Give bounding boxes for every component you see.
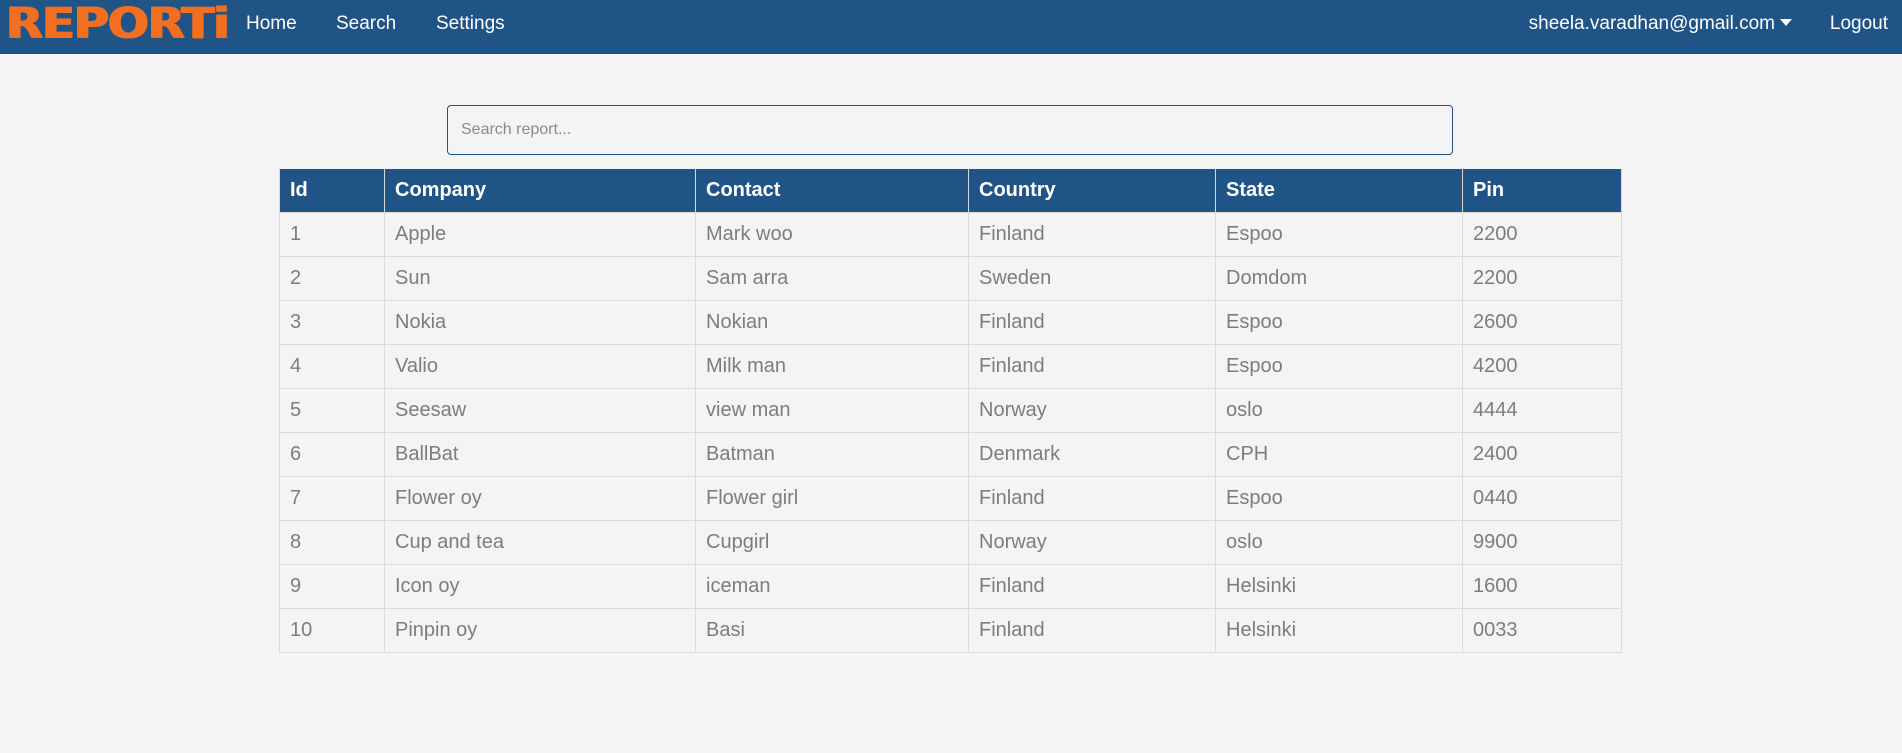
column-header-id[interactable]: Id	[279, 169, 385, 213]
table-row[interactable]: 9 Icon oy iceman Finland Helsinki 1600	[279, 563, 1622, 609]
table-row[interactable]: 1 Apple Mark woo Finland Espoo 2200	[279, 211, 1622, 257]
table-row[interactable]: 6 BallBat Batman Denmark CPH 2400	[279, 431, 1622, 477]
cell-contact: Cupgirl	[695, 519, 969, 565]
top-navbar: REPORTi Home Search Settings sheela.vara…	[0, 0, 1902, 54]
cell-company: Cup and tea	[384, 519, 696, 565]
cell-id: 9	[279, 563, 385, 609]
user-email: sheela.varadhan@gmail.com	[1528, 13, 1775, 34]
cell-contact: Flower girl	[695, 475, 969, 521]
cell-id: 3	[279, 299, 385, 345]
cell-country: Sweden	[968, 255, 1216, 301]
cell-pin: 2200	[1462, 211, 1622, 257]
cell-company: Icon oy	[384, 563, 696, 609]
cell-state: Domdom	[1215, 255, 1463, 301]
table-row[interactable]: 5 Seesaw view man Norway oslo 4444	[279, 387, 1622, 433]
column-header-contact[interactable]: Contact	[695, 169, 969, 213]
cell-state: CPH	[1215, 431, 1463, 477]
cell-state: Espoo	[1215, 343, 1463, 389]
logout-link[interactable]: Logout	[1830, 13, 1888, 35]
cell-company: Sun	[384, 255, 696, 301]
cell-contact: view man	[695, 387, 969, 433]
cell-contact: Batman	[695, 431, 969, 477]
cell-country: Finland	[968, 211, 1216, 257]
nav-search-link[interactable]: Search	[336, 13, 396, 35]
cell-country: Finland	[968, 607, 1216, 653]
cell-state: Espoo	[1215, 211, 1463, 257]
cell-company: Flower oy	[384, 475, 696, 521]
cell-country: Finland	[968, 343, 1216, 389]
cell-id: 6	[279, 431, 385, 477]
column-header-company[interactable]: Company	[384, 169, 696, 213]
user-menu-dropdown[interactable]: sheela.varadhan@gmail.com	[1529, 13, 1792, 35]
cell-state: oslo	[1215, 387, 1463, 433]
cell-id: 2	[279, 255, 385, 301]
table-row[interactable]: 4 Valio Milk man Finland Espoo 4200	[279, 343, 1622, 389]
cell-contact: Nokian	[695, 299, 969, 345]
cell-state: Helsinki	[1215, 563, 1463, 609]
column-header-country[interactable]: Country	[968, 169, 1216, 213]
table-row[interactable]: 8 Cup and tea Cupgirl Norway oslo 9900	[279, 519, 1622, 565]
cell-country: Finland	[968, 475, 1216, 521]
cell-pin: 1600	[1462, 563, 1622, 609]
cell-company: Nokia	[384, 299, 696, 345]
cell-contact: Basi	[695, 607, 969, 653]
cell-pin: 0033	[1462, 607, 1622, 653]
cell-country: Denmark	[968, 431, 1216, 477]
cell-state: Espoo	[1215, 475, 1463, 521]
column-header-state[interactable]: State	[1215, 169, 1463, 213]
cell-country: Norway	[968, 387, 1216, 433]
cell-company: Pinpin oy	[384, 607, 696, 653]
cell-id: 8	[279, 519, 385, 565]
cell-id: 10	[279, 607, 385, 653]
cell-state: Helsinki	[1215, 607, 1463, 653]
app-logo[interactable]: REPORTi	[6, 0, 230, 48]
cell-contact: Milk man	[695, 343, 969, 389]
cell-pin: 2400	[1462, 431, 1622, 477]
cell-company: Apple	[384, 211, 696, 257]
cell-country: Finland	[968, 299, 1216, 345]
cell-pin: 0440	[1462, 475, 1622, 521]
cell-pin: 4200	[1462, 343, 1622, 389]
cell-contact: Sam arra	[695, 255, 969, 301]
report-table: Id Company Contact Country State Pin 1 A…	[279, 169, 1622, 653]
search-report-input[interactable]	[447, 105, 1453, 155]
cell-pin: 4444	[1462, 387, 1622, 433]
cell-id: 5	[279, 387, 385, 433]
table-row[interactable]: 2 Sun Sam arra Sweden Domdom 2200	[279, 255, 1622, 301]
cell-id: 4	[279, 343, 385, 389]
cell-state: oslo	[1215, 519, 1463, 565]
cell-state: Espoo	[1215, 299, 1463, 345]
caret-down-icon	[1780, 19, 1792, 26]
cell-country: Finland	[968, 563, 1216, 609]
cell-company: BallBat	[384, 431, 696, 477]
table-row[interactable]: 7 Flower oy Flower girl Finland Espoo 04…	[279, 475, 1622, 521]
cell-pin: 2200	[1462, 255, 1622, 301]
cell-id: 7	[279, 475, 385, 521]
cell-country: Norway	[968, 519, 1216, 565]
cell-company: Seesaw	[384, 387, 696, 433]
table-header-row: Id Company Contact Country State Pin	[279, 169, 1622, 213]
nav-settings-link[interactable]: Settings	[436, 13, 505, 35]
cell-pin: 2600	[1462, 299, 1622, 345]
column-header-pin[interactable]: Pin	[1462, 169, 1622, 213]
nav-home-link[interactable]: Home	[246, 13, 297, 35]
cell-contact: iceman	[695, 563, 969, 609]
cell-contact: Mark woo	[695, 211, 969, 257]
table-row[interactable]: 3 Nokia Nokian Finland Espoo 2600	[279, 299, 1622, 345]
cell-id: 1	[279, 211, 385, 257]
cell-pin: 9900	[1462, 519, 1622, 565]
cell-company: Valio	[384, 343, 696, 389]
table-row[interactable]: 10 Pinpin oy Basi Finland Helsinki 0033	[279, 607, 1622, 653]
